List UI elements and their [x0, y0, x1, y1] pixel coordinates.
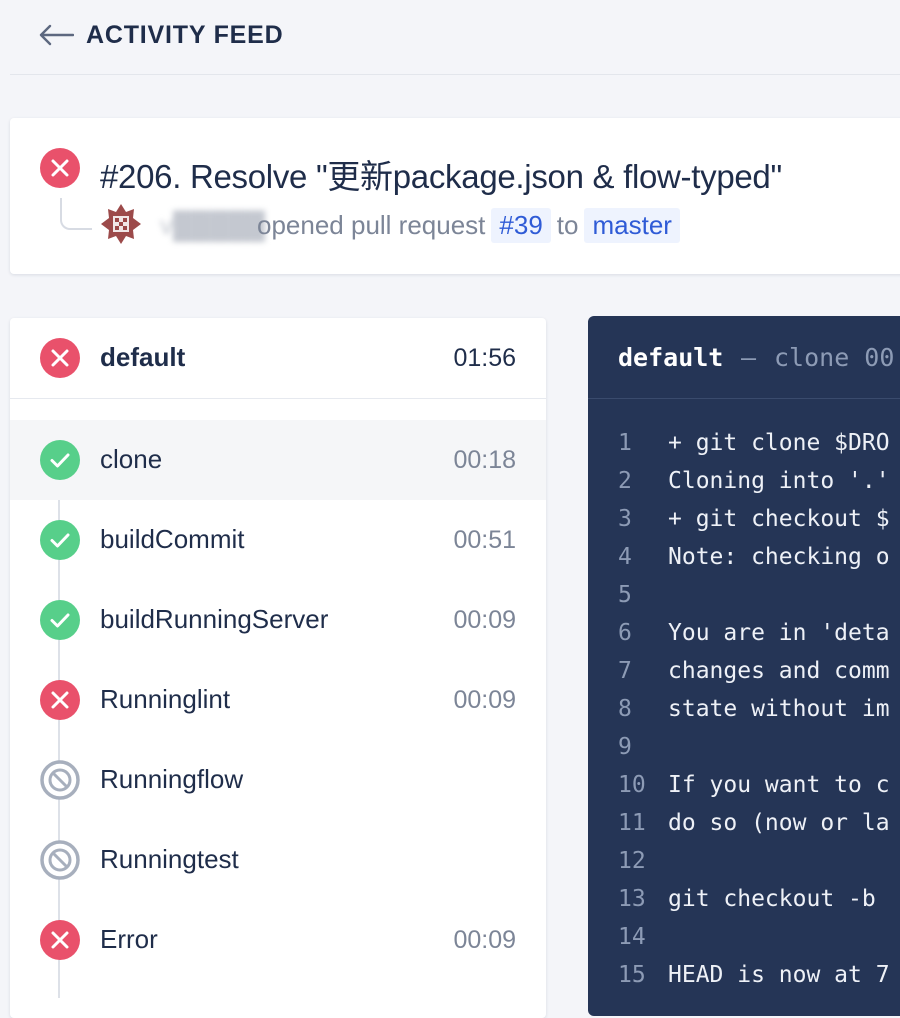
arrow-left-icon [38, 23, 74, 47]
pipeline-duration: 01:56 [453, 344, 516, 372]
line-number: 1 [618, 430, 632, 456]
line-number: 8 [618, 696, 632, 722]
log-line: 7 changes and comm [588, 652, 900, 690]
line-number: 12 [618, 848, 646, 874]
line-number: 11 [618, 810, 646, 836]
line-text: If you want to c [668, 772, 890, 798]
step-runninglint[interactable]: Runninglint 00:09 [10, 660, 546, 740]
step-name: clone [100, 444, 163, 474]
line-text: do so (now or la [668, 810, 890, 836]
skipped-status-icon [40, 760, 80, 800]
line-text: You are in 'deta [668, 620, 890, 646]
line-number: 9 [618, 734, 632, 760]
tree-connector [60, 198, 92, 230]
step-runningtest[interactable]: Runningtest [10, 820, 546, 900]
log-line: 12 [588, 842, 900, 880]
failure-status-icon [40, 680, 80, 720]
log-panel: default — clone 00 1 + git clone $DRO 2 Cl… [588, 316, 900, 1016]
log-line: 13 git checkout -b [588, 880, 900, 918]
log-line: 11 do so (now or la [588, 804, 900, 842]
success-status-icon [40, 520, 80, 560]
line-text: HEAD is now at 7 [668, 962, 890, 988]
log-line: 2 Cloning into '.' [588, 462, 900, 500]
pr-meta: opened pull request #39 to master [257, 208, 686, 243]
step-name: buildCommit [100, 524, 245, 554]
author-name: v█████ [160, 210, 266, 240]
build-title[interactable]: #206. Resolve "更新package.json & flow-typ… [100, 150, 782, 198]
line-text: state without im [668, 696, 890, 722]
line-number: 4 [618, 544, 632, 570]
line-text: + git clone $DRO [668, 430, 890, 456]
pipeline-header[interactable]: default 01:56 [10, 318, 546, 399]
step-name: Runningtest [100, 844, 239, 874]
log-line: 5 [588, 576, 900, 614]
step-duration: 00:09 [453, 606, 516, 634]
step-name: Error [100, 924, 158, 954]
log-line: 3 + git checkout $ [588, 500, 900, 538]
log-line: 6 You are in 'deta [588, 614, 900, 652]
step-runningflow[interactable]: Runningflow [10, 740, 546, 820]
line-number: 15 [618, 962, 646, 988]
step-buildcommit[interactable]: buildCommit 00:51 [10, 500, 546, 580]
step-name: Runningflow [100, 764, 244, 794]
avatar [100, 203, 142, 245]
line-number: 5 [618, 582, 632, 608]
log-line: 9 [588, 728, 900, 766]
log-line: 10 If you want to c [588, 766, 900, 804]
log-line: 14 [588, 918, 900, 956]
step-clone[interactable]: clone 00:18 [10, 420, 546, 500]
branch-link[interactable]: master [584, 208, 680, 243]
line-number: 13 [618, 886, 646, 912]
step-duration: 00:09 [453, 926, 516, 954]
line-number: 14 [618, 924, 646, 950]
pipeline-name: default [100, 342, 186, 372]
skipped-status-icon [40, 840, 80, 880]
log-pipeline-name: default [618, 343, 724, 372]
pr-action-text: opened pull request [257, 210, 486, 240]
line-text: Note: checking o [668, 544, 890, 570]
pr-number-link[interactable]: #39 [491, 208, 551, 243]
log-header-separator: — [741, 343, 757, 372]
failure-status-icon [40, 148, 80, 188]
success-status-icon [40, 440, 80, 480]
log-line: 1 + git clone $DRO [588, 424, 900, 462]
line-number: 6 [618, 620, 632, 646]
log-line: 15 HEAD is now at 7 [588, 956, 900, 994]
step-name: Runninglint [100, 684, 231, 714]
line-text: changes and comm [668, 658, 890, 684]
to-text: to [556, 210, 579, 240]
pipeline-steps-panel: default 01:56 clone 00:18 buildCommit 00… [10, 318, 546, 1018]
success-status-icon [40, 600, 80, 640]
step-error[interactable]: Error 00:09 [10, 900, 546, 980]
step-duration: 00:51 [453, 526, 516, 554]
line-text: Cloning into '.' [668, 468, 890, 494]
step-duration: 00:18 [453, 446, 516, 474]
step-name: buildRunningServer [100, 604, 329, 634]
line-text: git checkout -b [668, 886, 876, 912]
step-buildrunningserver[interactable]: buildRunningServer 00:09 [10, 580, 546, 660]
log-step-name: clone 00 [774, 343, 895, 372]
line-number: 7 [618, 658, 632, 684]
failure-status-icon [40, 920, 80, 960]
log-line: 4 Note: checking o [588, 538, 900, 576]
top-bar: ACTIVITY FEED [0, 0, 900, 74]
step-duration: 00:09 [453, 686, 516, 714]
page-title: ACTIVITY FEED [86, 20, 284, 49]
build-summary-card: #206. Resolve "更新package.json & flow-typ… [10, 118, 900, 274]
line-number: 10 [618, 772, 646, 798]
line-number: 2 [618, 468, 632, 494]
line-text: + git checkout $ [668, 506, 890, 532]
log-header: default — clone 00 [588, 316, 900, 399]
back-to-activity-feed-link[interactable]: ACTIVITY FEED [38, 18, 283, 52]
line-number: 3 [618, 506, 632, 532]
failure-status-icon [40, 338, 80, 378]
log-line: 8 state without im [588, 690, 900, 728]
header-divider [10, 74, 900, 75]
